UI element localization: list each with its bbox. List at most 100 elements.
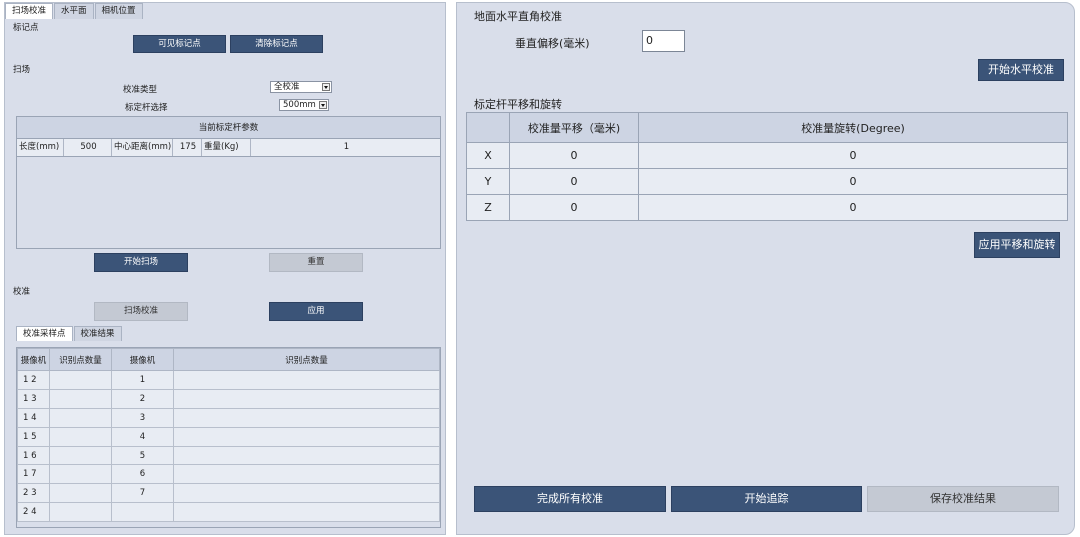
table-row[interactable]: X00 xyxy=(466,142,1068,169)
show-markers-button[interactable]: 可见标记点 xyxy=(133,35,226,53)
table-row[interactable]: 2 3 7 xyxy=(17,483,440,504)
weight-label: 重量(Kg) xyxy=(202,139,251,156)
length-value: 500 xyxy=(64,139,112,156)
tab-camera-position[interactable]: 相机位置 xyxy=(94,3,143,19)
count-cell xyxy=(173,445,440,466)
count-cell xyxy=(173,464,440,485)
table-row[interactable]: 1 2 1 xyxy=(17,370,440,390)
vertical-offset-input[interactable]: 0 xyxy=(642,30,685,52)
translation-cell[interactable]: 0 xyxy=(509,194,639,221)
table-row[interactable]: 1 3 2 xyxy=(17,388,440,409)
calib-section-title: 校准 xyxy=(13,287,31,297)
camera-cell: 2 xyxy=(111,388,174,409)
count-cell xyxy=(49,426,112,447)
wand-params-row: 长度(mm) 500 中心距离(mm) 175 重量(Kg) 1 xyxy=(17,139,440,157)
camera-pair-cell: 1 5 xyxy=(17,426,50,447)
table-row[interactable]: 1 7 6 xyxy=(17,464,440,485)
count-cell xyxy=(49,464,112,485)
sample-table-container: 摄像机 识别点数量 摄像机 识别点数量 1 21 1 32 1 43 1 54 … xyxy=(16,347,441,528)
vertical-offset-label: 垂直偏移(毫米) xyxy=(515,37,590,50)
table-row[interactable]: 1 4 3 xyxy=(17,407,440,428)
camera-cell: 7 xyxy=(111,483,174,504)
count-cell xyxy=(49,445,112,466)
chevron-down-icon xyxy=(322,83,330,91)
rotation-cell[interactable]: 0 xyxy=(638,168,1068,195)
start-level-calibration-button[interactable]: 开始水平校准 xyxy=(978,59,1064,81)
calib-type-label: 校准类型 xyxy=(123,85,158,95)
center-distance-label: 中心距离(mm) xyxy=(112,139,173,156)
camera-cell: 3 xyxy=(111,407,174,428)
translation-cell[interactable]: 0 xyxy=(509,168,639,195)
column-header: 校准量旋转(Degree) xyxy=(638,112,1068,143)
calibration-sub-tabs: 校准采样点 校准结果 xyxy=(16,326,123,341)
table-row[interactable]: 1 5 4 xyxy=(17,426,440,447)
scan-calibration-button[interactable]: 扫场校准 xyxy=(94,302,188,321)
ground-calibration-panel: 地面水平直角校准 垂直偏移(毫米) 0 开始水平校准 标定杆平移和旋转 校准量平… xyxy=(456,2,1075,535)
count-cell xyxy=(173,426,440,447)
axis-cell: X xyxy=(466,142,510,169)
calibration-left-panel: 扫场校准 水平面 相机位置 标记点 可见标记点 清除标记点 扫场 校准类型 全校… xyxy=(4,2,446,535)
camera-cell: 4 xyxy=(111,426,174,447)
axis-cell: Y xyxy=(466,168,510,195)
table-row[interactable]: 1 6 5 xyxy=(17,445,440,466)
clear-markers-button[interactable]: 清除标记点 xyxy=(230,35,323,53)
column-header xyxy=(466,112,510,143)
column-header: 摄像机 xyxy=(111,348,174,371)
ground-calibration-title: 地面水平直角校准 xyxy=(474,10,562,23)
count-cell xyxy=(49,483,112,504)
table-row[interactable]: Y00 xyxy=(466,168,1068,195)
count-cell xyxy=(173,388,440,409)
apply-button[interactable]: 应用 xyxy=(269,302,363,321)
table-row[interactable]: 2 4 xyxy=(17,502,440,523)
camera-pair-cell: 1 3 xyxy=(17,388,50,409)
camera-pair-cell: 1 7 xyxy=(17,464,50,485)
tab-calibration-results[interactable]: 校准结果 xyxy=(73,326,122,341)
reset-button[interactable]: 重置 xyxy=(269,253,363,272)
start-tracking-button[interactable]: 开始追踪 xyxy=(671,486,862,512)
wand-select[interactable]: 500mm xyxy=(279,99,329,111)
count-cell xyxy=(173,370,440,390)
center-distance-value: 175 xyxy=(173,139,202,156)
count-cell xyxy=(173,407,440,428)
wand-transform-table: 校准量平移（毫米) 校准量旋转(Degree) X00 Y00 Z00 xyxy=(466,112,1068,221)
camera-cell: 1 xyxy=(111,370,174,390)
count-cell xyxy=(173,483,440,504)
tab-calibration-samples[interactable]: 校准采样点 xyxy=(16,326,73,341)
column-header: 摄像机 xyxy=(17,348,50,371)
count-cell xyxy=(173,502,440,523)
apply-transform-button[interactable]: 应用平移和旋转 xyxy=(974,232,1060,258)
count-cell xyxy=(49,502,112,523)
calib-type-select[interactable]: 全校准 xyxy=(270,81,332,93)
column-header: 校准量平移（毫米) xyxy=(509,112,639,143)
start-scan-button[interactable]: 开始扫场 xyxy=(94,253,188,272)
table-row[interactable]: Z00 xyxy=(466,194,1068,221)
wand-params-title: 当前标定杆参数 xyxy=(17,117,440,139)
transform-table-header: 校准量平移（毫米) 校准量旋转(Degree) xyxy=(466,112,1068,143)
camera-pair-cell: 1 4 xyxy=(17,407,50,428)
camera-cell: 5 xyxy=(111,445,174,466)
tab-horizontal-plane[interactable]: 水平面 xyxy=(54,3,94,19)
camera-pair-cell: 1 2 xyxy=(17,370,50,390)
save-calibration-results-button[interactable]: 保存校准结果 xyxy=(867,486,1059,512)
column-header: 识别点数量 xyxy=(49,348,112,371)
chevron-down-icon xyxy=(319,101,327,109)
camera-cell xyxy=(111,502,174,523)
translation-cell[interactable]: 0 xyxy=(509,142,639,169)
camera-pair-cell: 2 4 xyxy=(17,502,50,523)
sample-table: 摄像机 识别点数量 摄像机 识别点数量 1 21 1 32 1 43 1 54 … xyxy=(17,348,440,523)
count-cell xyxy=(49,407,112,428)
rotation-cell[interactable]: 0 xyxy=(638,194,1068,221)
tab-scan-calibration[interactable]: 扫场校准 xyxy=(5,3,54,19)
camera-pair-cell: 1 6 xyxy=(17,445,50,466)
main-tabs: 扫场校准 水平面 相机位置 xyxy=(5,3,144,19)
scan-section-title: 扫场 xyxy=(13,65,31,75)
wand-transform-title: 标定杆平移和旋转 xyxy=(474,98,562,111)
finish-all-calibration-button[interactable]: 完成所有校准 xyxy=(474,486,666,512)
sample-table-header: 摄像机 识别点数量 摄像机 识别点数量 xyxy=(17,348,440,371)
rotation-cell[interactable]: 0 xyxy=(638,142,1068,169)
wand-value: 500mm xyxy=(283,100,316,110)
axis-cell: Z xyxy=(466,194,510,221)
calib-type-value: 全校准 xyxy=(274,82,300,92)
camera-cell: 6 xyxy=(111,464,174,485)
column-header: 识别点数量 xyxy=(173,348,440,371)
